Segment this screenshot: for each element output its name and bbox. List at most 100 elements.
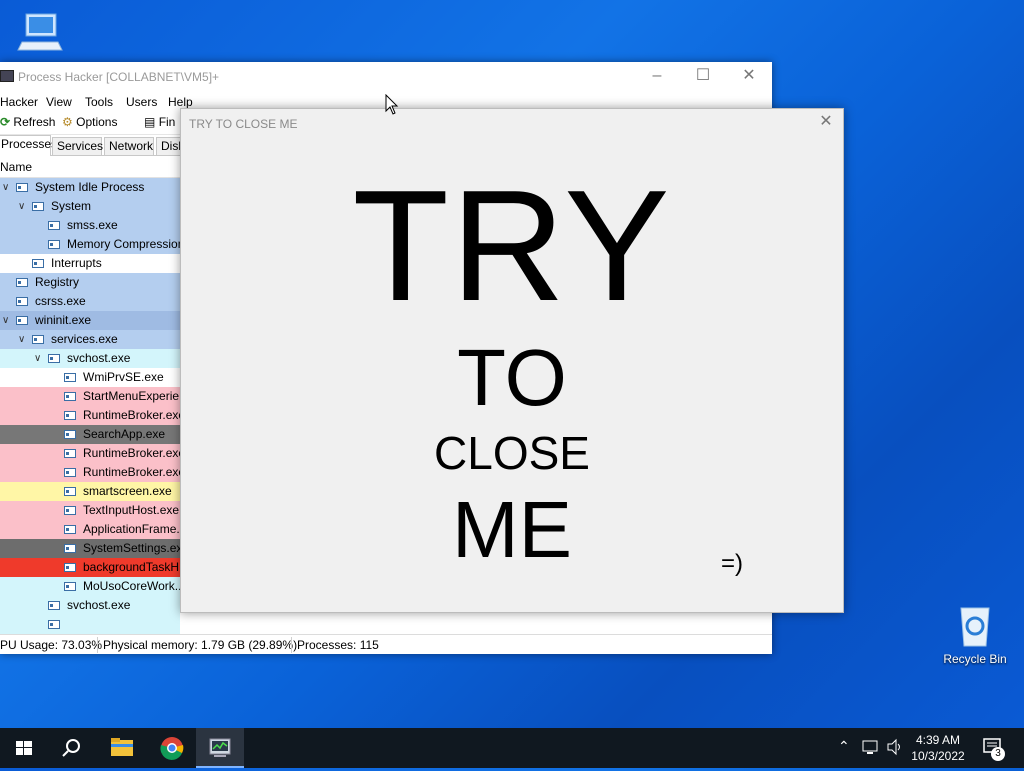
taskbar: ⌃ 4:39 AM 10/3/2022 3 bbox=[0, 728, 1024, 768]
process-name: Interrupts bbox=[51, 256, 102, 270]
tab-network[interactable]: Network bbox=[104, 137, 154, 155]
process-row[interactable]: SystemSettings.exe bbox=[0, 539, 180, 558]
process-row[interactable]: Memory Compression bbox=[0, 235, 180, 254]
network-icon[interactable] bbox=[862, 737, 880, 760]
process-row[interactable]: MoUsoCoreWork... bbox=[0, 577, 180, 596]
process-icon bbox=[64, 563, 76, 572]
minimize-button[interactable]: – bbox=[634, 62, 680, 92]
expand-chevron-icon[interactable]: ∨ bbox=[2, 178, 9, 197]
process-icon bbox=[32, 202, 44, 211]
process-icon bbox=[16, 316, 28, 325]
process-icon bbox=[64, 449, 76, 458]
process-hacker-taskbar-button[interactable] bbox=[196, 728, 244, 768]
status-memory: Physical memory: 1.79 GB (29.89%) bbox=[103, 638, 298, 652]
process-row[interactable]: ∨ System Idle Process bbox=[0, 178, 180, 197]
computer-icon bbox=[16, 8, 64, 56]
tab-services[interactable]: Services bbox=[52, 137, 103, 155]
process-icon bbox=[64, 544, 76, 553]
expand-chevron-icon[interactable]: ∨ bbox=[34, 349, 41, 368]
mouse-cursor bbox=[385, 93, 399, 119]
process-row[interactable]: ∨ services.exe bbox=[0, 330, 180, 349]
volume-icon[interactable] bbox=[886, 737, 904, 760]
chrome-button[interactable] bbox=[148, 728, 196, 768]
try-to-close-me-window[interactable]: TRY TO CLOSE ME ✕ TRY TO CLOSE ME =) bbox=[180, 108, 844, 613]
desktop-computer-icon[interactable] bbox=[0, 8, 80, 60]
process-row[interactable]: ∨ wininit.exe bbox=[0, 311, 180, 330]
process-icon bbox=[64, 392, 76, 401]
popup-title: TRY TO CLOSE ME bbox=[189, 117, 298, 131]
process-icon bbox=[64, 373, 76, 382]
process-row[interactable]: smss.exe bbox=[0, 216, 180, 235]
chrome-icon bbox=[160, 737, 184, 760]
start-button[interactable] bbox=[0, 728, 48, 768]
process-row[interactable] bbox=[0, 615, 180, 634]
process-name: svchost.exe bbox=[67, 598, 131, 612]
process-row[interactable]: RuntimeBroker.exe bbox=[0, 444, 180, 463]
process-row[interactable]: RuntimeBroker.exe bbox=[0, 406, 180, 425]
maximize-button[interactable]: ☐ bbox=[680, 62, 726, 92]
window-title: Process Hacker [COLLABNET\VM5]+ bbox=[0, 70, 219, 84]
window-title-text: Process Hacker [COLLABNET\VM5]+ bbox=[18, 70, 220, 84]
process-icon bbox=[64, 525, 76, 534]
show-hidden-icons-chevron-icon[interactable]: ⌃ bbox=[838, 738, 850, 755]
process-name: wininit.exe bbox=[35, 313, 92, 327]
process-row[interactable]: TextInputHost.exe bbox=[0, 501, 180, 520]
process-row[interactable]: ∨ svchost.exe bbox=[0, 349, 180, 368]
process-name: StartMenuExperie... bbox=[83, 389, 180, 403]
process-name: MoUsoCoreWork... bbox=[83, 579, 180, 593]
popup-text-to: TO bbox=[457, 333, 567, 422]
window-titlebar[interactable]: Process Hacker [COLLABNET\VM5]+ – ☐ ✕ bbox=[0, 62, 772, 92]
clock[interactable]: 4:39 AM 10/3/2022 bbox=[908, 732, 968, 764]
process-row[interactable]: Interrupts bbox=[0, 254, 180, 273]
process-row[interactable]: csrss.exe bbox=[0, 292, 180, 311]
tab-processes[interactable]: Processes bbox=[0, 135, 57, 156]
process-name: RuntimeBroker.exe bbox=[83, 446, 180, 460]
notification-center-button[interactable]: 3 bbox=[982, 736, 1006, 763]
process-icon bbox=[16, 297, 28, 306]
recycle-bin[interactable]: Recycle Bin bbox=[935, 600, 1015, 666]
expand-chevron-icon[interactable]: ∨ bbox=[18, 330, 25, 349]
options-button[interactable]: ⚙ Options bbox=[62, 115, 117, 129]
menu-tools[interactable]: Tools bbox=[85, 95, 113, 109]
find-handles-button[interactable]: ▤ Fin bbox=[144, 115, 175, 129]
process-icon bbox=[64, 430, 76, 439]
menu-view[interactable]: View bbox=[46, 95, 72, 109]
clock-time: 4:39 AM bbox=[915, 733, 961, 747]
process-icon bbox=[48, 221, 60, 230]
process-row[interactable]: Registry bbox=[0, 273, 180, 292]
process-row[interactable]: svchost.exe bbox=[0, 596, 180, 615]
expand-chevron-icon[interactable]: ∨ bbox=[18, 197, 25, 216]
refresh-label: Refresh bbox=[13, 115, 56, 129]
expand-chevron-icon[interactable]: ∨ bbox=[2, 311, 9, 330]
process-name: System Idle Process bbox=[35, 180, 145, 194]
process-row[interactable]: ∨ System bbox=[0, 197, 180, 216]
refresh-button[interactable]: ⟳ Refresh bbox=[0, 115, 55, 129]
process-row[interactable]: ApplicationFrame... bbox=[0, 520, 180, 539]
file-explorer-icon bbox=[111, 738, 133, 756]
process-row[interactable]: RuntimeBroker.exe bbox=[0, 463, 180, 482]
process-name: services.exe bbox=[51, 332, 118, 346]
menu-users[interactable]: Users bbox=[126, 95, 157, 109]
close-button[interactable]: ✕ bbox=[726, 62, 772, 92]
menu-hacker[interactable]: Hacker bbox=[0, 95, 38, 109]
process-row[interactable]: backgroundTaskH... bbox=[0, 558, 180, 577]
process-icon bbox=[64, 506, 76, 515]
smiley-text: =) bbox=[721, 550, 744, 577]
menu-help[interactable]: Help bbox=[168, 95, 193, 109]
search-button[interactable] bbox=[48, 728, 96, 768]
process-row[interactable]: smartscreen.exe bbox=[0, 482, 180, 501]
process-name: svchost.exe bbox=[67, 351, 131, 365]
process-row[interactable]: SearchApp.exe bbox=[0, 425, 180, 444]
process-icon bbox=[16, 183, 28, 192]
recycle-bin-label: Recycle Bin bbox=[943, 652, 1007, 666]
process-row[interactable]: WmiPrvSE.exe bbox=[0, 368, 180, 387]
process-row[interactable]: StartMenuExperie... bbox=[0, 387, 180, 406]
process-name: backgroundTaskH... bbox=[83, 560, 180, 574]
popup-close-button[interactable]: ✕ bbox=[809, 109, 843, 137]
start-icon bbox=[16, 741, 32, 755]
process-hacker-app-icon bbox=[0, 70, 14, 82]
popup-text-try: TRY bbox=[352, 158, 672, 334]
file-explorer-button[interactable] bbox=[98, 728, 146, 768]
process-name: csrss.exe bbox=[35, 294, 86, 308]
process-name: WmiPrvSE.exe bbox=[83, 370, 164, 384]
